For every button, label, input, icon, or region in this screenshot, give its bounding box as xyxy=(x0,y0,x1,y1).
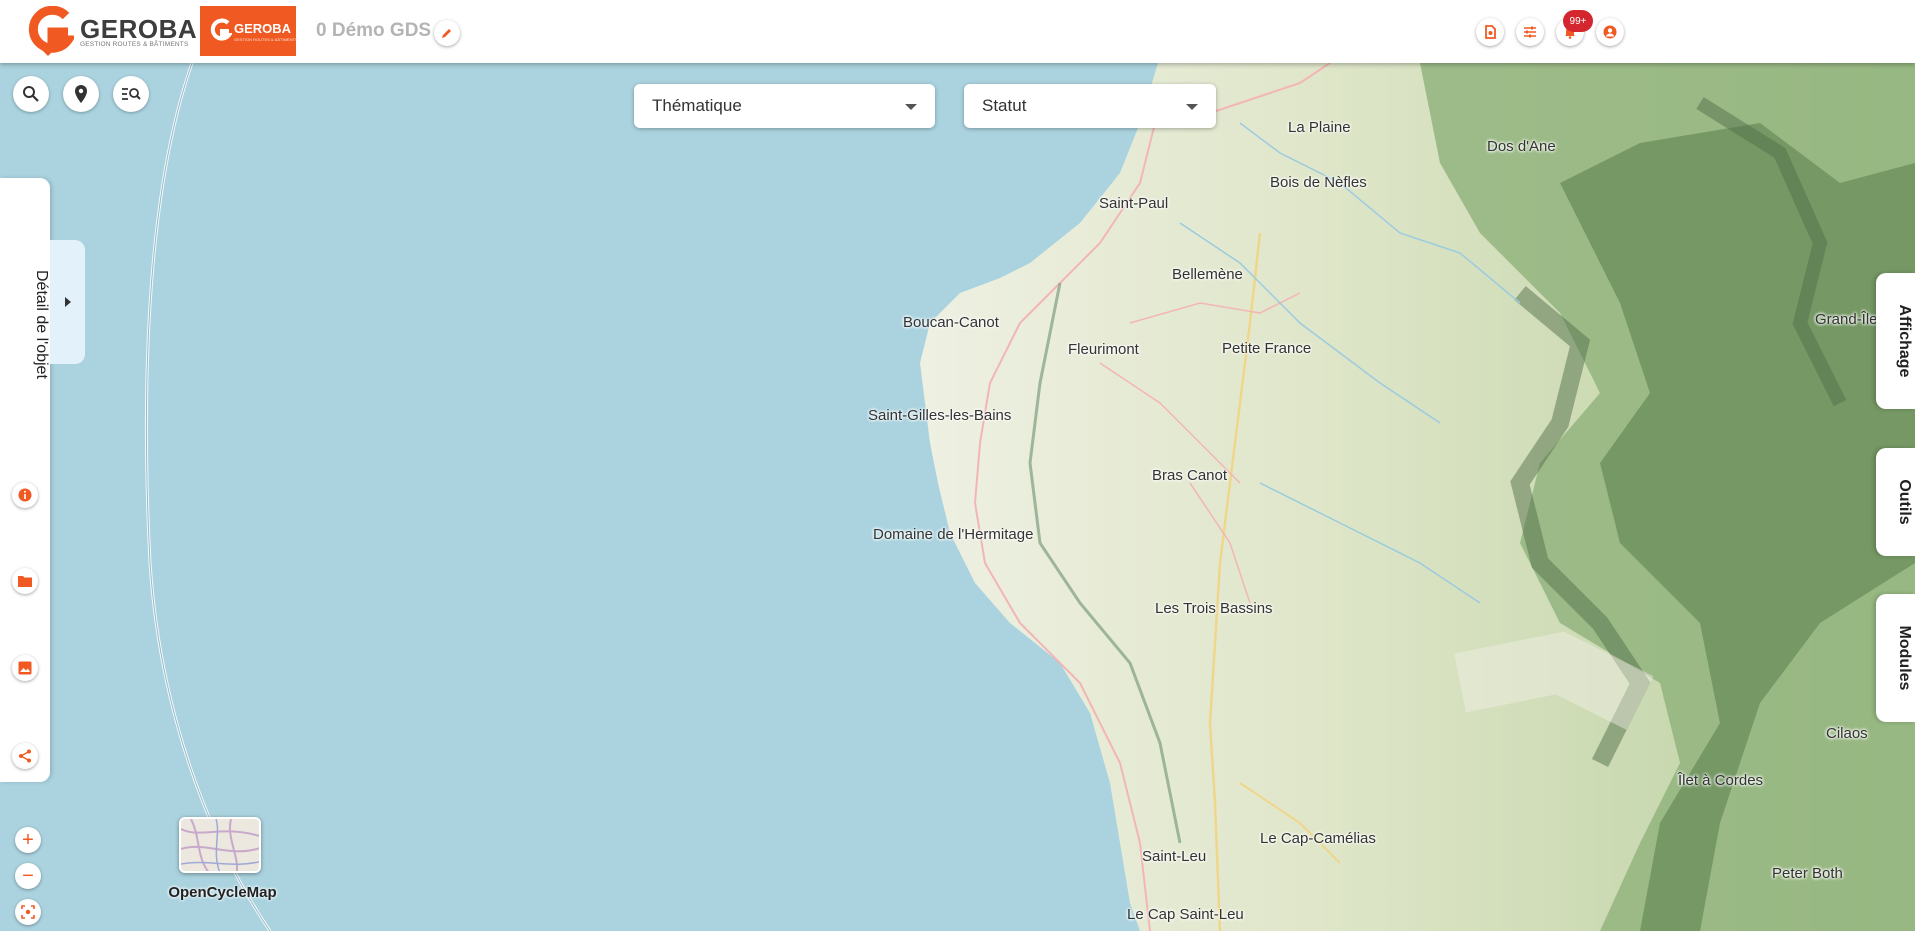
share-button[interactable] xyxy=(12,743,38,769)
place-label: Peter Both xyxy=(1772,865,1843,882)
info-icon xyxy=(18,488,32,502)
chevron-down-icon xyxy=(905,104,917,110)
place-label: Domaine de l'Hermitage xyxy=(873,526,1034,543)
chevron-right-icon xyxy=(64,297,71,307)
place-label: Cilaos xyxy=(1826,725,1868,742)
tab-affichage[interactable]: Affichage xyxy=(1876,273,1915,409)
search-list-icon xyxy=(122,88,141,100)
chevron-down-icon xyxy=(1186,104,1198,110)
search-list-button[interactable] xyxy=(113,76,149,112)
search-button[interactable] xyxy=(13,76,49,112)
object-detail-panel: Détail de l'objet xyxy=(0,178,50,782)
folder-icon xyxy=(18,576,32,587)
thematique-select-label: Thématique xyxy=(652,96,742,115)
tab-outils[interactable]: Outils xyxy=(1876,448,1915,556)
search-icon xyxy=(23,86,39,102)
place-label: Bras Canot xyxy=(1152,467,1228,484)
tab-modules[interactable]: Modules xyxy=(1876,594,1915,722)
top-header: GEROBA GESTION ROUTES & BÂTIMENTS GEROBA… xyxy=(0,0,1915,63)
place-label: Fleurimont xyxy=(1068,341,1139,358)
place-label: Boucan-Canot xyxy=(903,314,999,331)
map-terrain xyxy=(0,63,1915,931)
place-label: Îlet à Cordes xyxy=(1678,772,1764,789)
focus-target-icon xyxy=(21,905,35,919)
image-icon xyxy=(18,661,32,675)
secondary-logo[interactable]: GEROBA GESTION ROUTES & BÂTIMENTS xyxy=(200,6,298,56)
filter-settings-icon xyxy=(1524,26,1536,38)
place-label: Grand-Îlet xyxy=(1815,311,1882,328)
place-label: Dos d'Ane xyxy=(1487,138,1556,155)
place-label: La Plaine xyxy=(1288,119,1351,136)
document-icon xyxy=(1485,25,1496,39)
statut-select[interactable]: Statut xyxy=(964,84,1216,128)
filter-settings-button[interactable] xyxy=(1516,18,1544,46)
statut-select-label: Statut xyxy=(982,96,1027,115)
info-button[interactable] xyxy=(12,482,38,508)
place-label: Saint-Paul xyxy=(1099,195,1169,212)
secondary-logo-text: GEROBA xyxy=(234,21,292,36)
basemap-thumbnail[interactable] xyxy=(179,817,261,873)
geroba-logo-icon xyxy=(28,6,74,56)
basemap-label: OpenCycleMap xyxy=(168,884,277,901)
place-label: Les Trois Bassins xyxy=(1155,600,1273,617)
edit-project-button[interactable] xyxy=(434,20,460,46)
place-label: Bellemène xyxy=(1172,266,1243,283)
logo-subtitle: GESTION ROUTES & BÂTIMENTS xyxy=(80,41,189,48)
location-pin-icon xyxy=(75,85,87,103)
thematique-select[interactable]: Thématique xyxy=(634,84,935,128)
secondary-logo-subtitle: GESTION ROUTES & BÂTIMENTS xyxy=(234,37,298,42)
user-icon xyxy=(1603,25,1617,39)
place-label: Le Cap-Camélias xyxy=(1260,830,1376,847)
folder-button[interactable] xyxy=(12,568,38,594)
tab-affichage-label: Affichage xyxy=(1896,304,1913,378)
place-label: Le Cap Saint-Leu xyxy=(1127,906,1244,923)
map-canvas[interactable]: La Plaine Dos d'Ane Bois de Nèfles Saint… xyxy=(0,63,1915,931)
place-label: Saint-Leu xyxy=(1142,848,1207,865)
plus-icon: + xyxy=(22,829,34,851)
expand-panel-toggle[interactable] xyxy=(50,240,85,364)
zoom-out-button[interactable]: − xyxy=(15,863,41,889)
user-account-button[interactable] xyxy=(1596,18,1624,46)
basemap-preview xyxy=(181,819,259,871)
object-detail-title: Détail de l'objet xyxy=(33,270,50,379)
share-icon xyxy=(19,749,31,763)
place-label: Petite France xyxy=(1222,340,1312,357)
project-title: 0 Démo GDS xyxy=(316,20,432,41)
geroba-logo[interactable]: GEROBA GESTION ROUTES & BÂTIMENTS xyxy=(28,6,197,56)
place-label: Saint-Gilles-les-Bains xyxy=(868,407,1012,424)
fit-extent-button[interactable] xyxy=(15,899,41,925)
tab-modules-label: Modules xyxy=(1896,625,1913,691)
minus-icon: − xyxy=(22,865,34,887)
place-label: Bois de Nèfles xyxy=(1270,174,1367,191)
secondary-logo-icon xyxy=(210,18,232,41)
zoom-in-button[interactable]: + xyxy=(15,827,41,853)
locate-button[interactable] xyxy=(63,76,99,112)
image-button[interactable] xyxy=(12,655,38,681)
notification-badge: 99+ xyxy=(1563,10,1593,32)
tab-outils-label: Outils xyxy=(1896,479,1913,525)
pencil-icon xyxy=(442,29,451,38)
document-button[interactable] xyxy=(1476,18,1504,46)
